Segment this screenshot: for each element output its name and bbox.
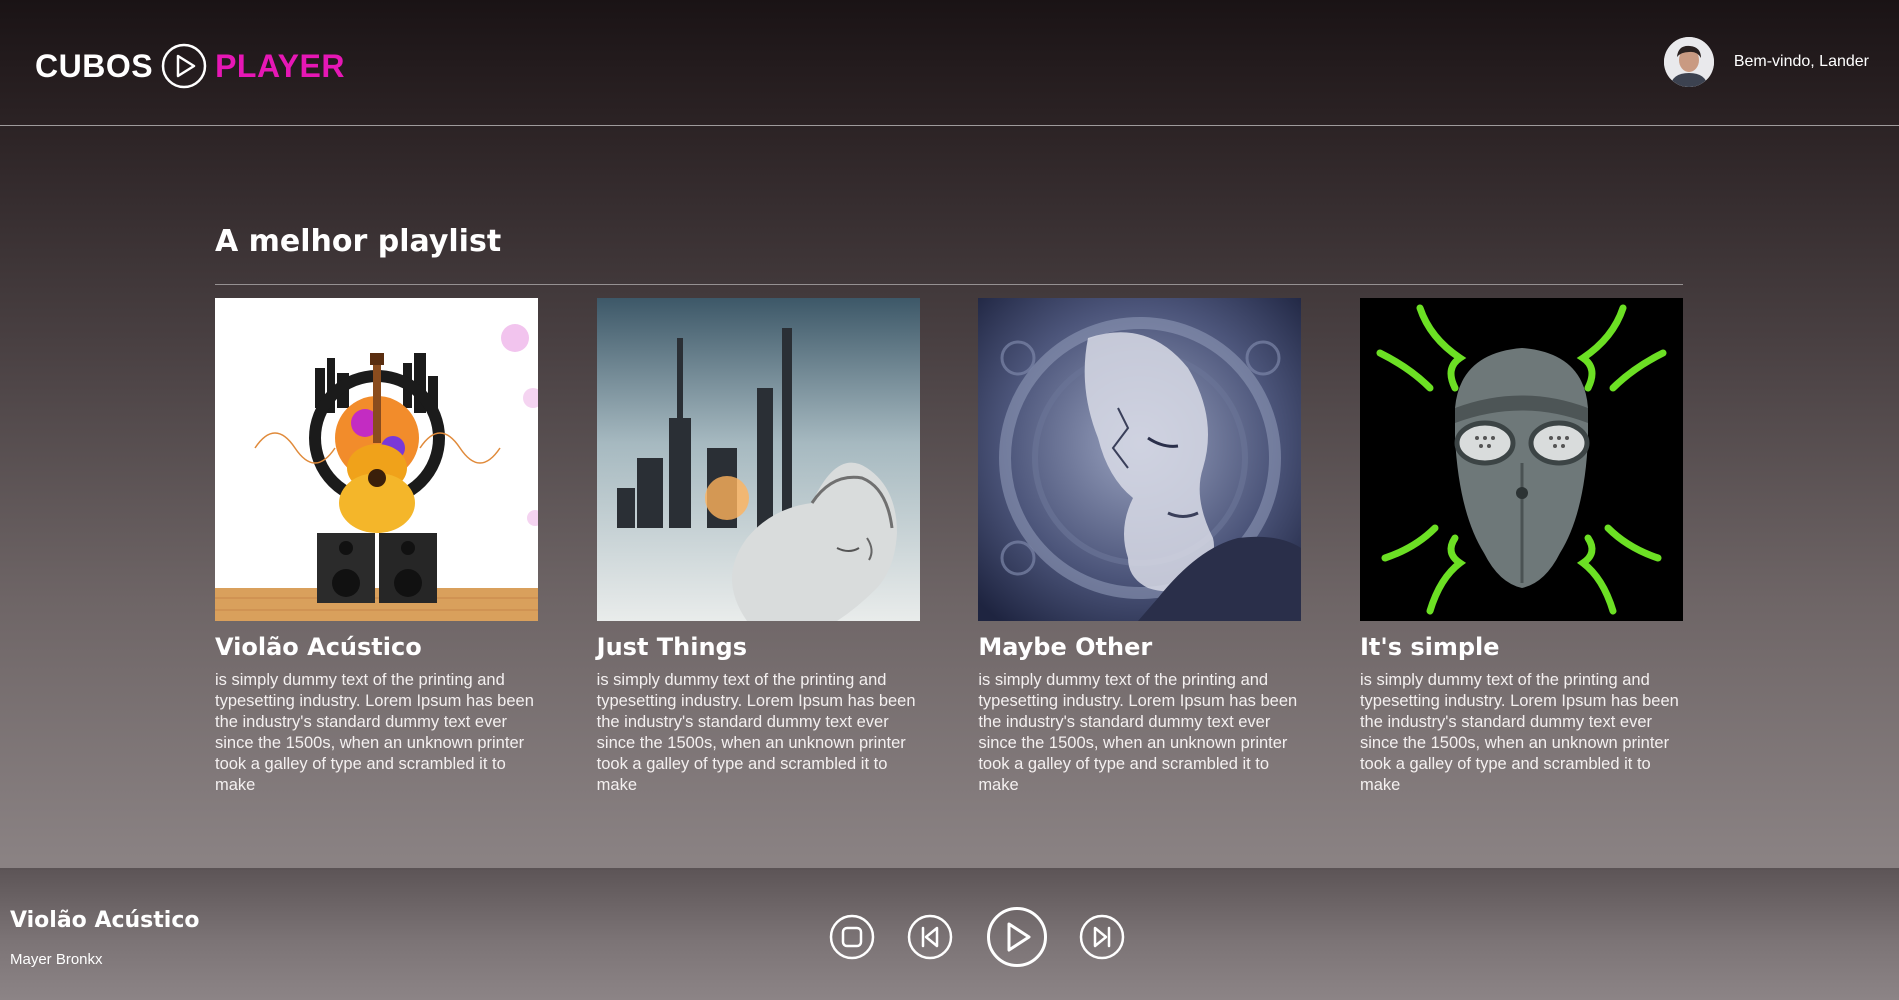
now-playing-artist: Mayer Bronkx [10,951,103,968]
card-title[interactable]: It's simple [1360,632,1683,662]
card-description: is simply dummy text of the printing and… [1359,671,1679,794]
stop-icon[interactable] [829,914,875,960]
app-header: CUBOS PLAYER Bem-vindo, Lander [0,0,1899,126]
section-divider [215,284,1683,285]
play-icon[interactable] [986,906,1048,968]
playlist-card[interactable]: It's simple is simply dummy text of the … [1359,298,1683,796]
album-cover-guitar[interactable] [215,298,538,621]
user-avatar-icon [1663,37,1714,87]
playlist-section: A melhor playlist Violão Acústico is sim… [215,220,1683,796]
card-description: is simply dummy text of the printing and… [215,671,534,794]
previous-icon[interactable] [907,914,953,960]
card-title[interactable]: Maybe Other [978,632,1301,662]
now-playing-title: Violão Acústico [10,908,200,933]
card-title[interactable]: Violão Acústico [215,632,538,662]
player-bar: Violão Acústico Mayer Bronkx [0,868,1899,1000]
avatar[interactable] [1663,37,1714,87]
logo[interactable]: CUBOS PLAYER [35,41,345,91]
play-logo-icon [161,43,207,89]
logo-text-player: PLAYER [215,47,345,84]
card-title[interactable]: Just Things [597,632,920,662]
album-cover-mask[interactable] [1359,298,1683,621]
section-title: A melhor playlist [215,224,502,259]
playlist-cards: Violão Acústico is simply dummy text of … [215,298,1683,796]
player-controls [829,906,1125,968]
album-cover-city-woman[interactable] [596,298,920,621]
card-description: is simply dummy text of the printing and… [596,671,916,794]
next-icon[interactable] [1079,914,1125,960]
album-cover-face-gears[interactable] [978,298,1302,621]
user-profile[interactable]: Bem-vindo, Lander [1663,37,1869,87]
user-greeting: Bem-vindo, Lander [1733,53,1869,70]
card-description: is simply dummy text of the printing and… [978,671,1298,794]
playlist-card[interactable]: Violão Acústico is simply dummy text of … [215,298,538,796]
playlist-card[interactable]: Just Things is simply dummy text of the … [596,298,920,796]
logo-text-cubos: CUBOS [35,47,154,84]
playlist-card[interactable]: Maybe Other is simply dummy text of the … [978,298,1302,796]
